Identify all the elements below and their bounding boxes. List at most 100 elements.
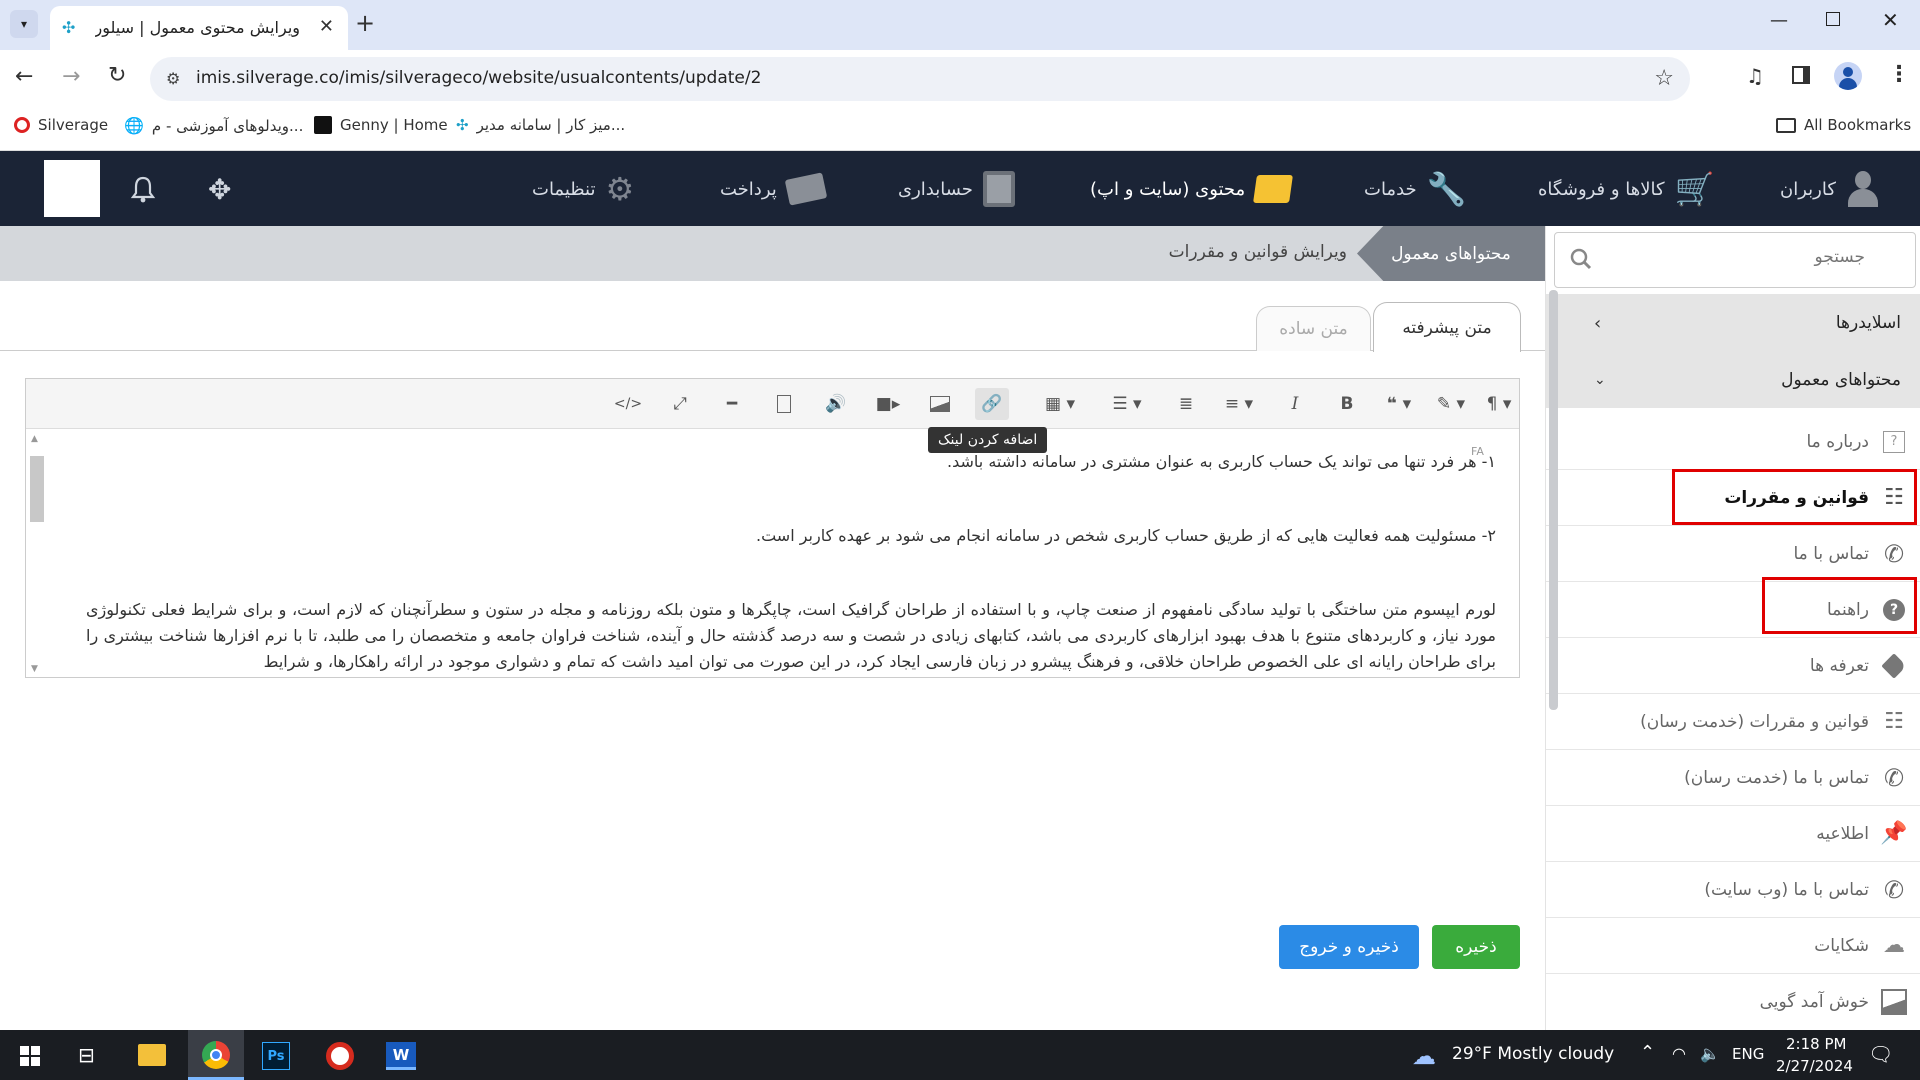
search-input[interactable] [1625, 247, 1865, 267]
logo-box[interactable] [44, 160, 100, 217]
sidebar-item-contact[interactable]: تماس با ما ✆ [1546, 526, 1920, 582]
photoshop-icon[interactable]: Ps [262, 1042, 290, 1070]
editor-content[interactable]: ۱- هر فرد تنها می تواند یک حساب کاربری ب… [86, 431, 1518, 677]
close-window-button[interactable]: ✕ [1882, 8, 1899, 32]
save-exit-button[interactable]: ذخیره و خروج [1279, 925, 1419, 969]
sidebar-item-welcome[interactable]: خوش آمد گویی [1546, 974, 1920, 1030]
bell-icon[interactable] [130, 175, 156, 203]
link-icon[interactable]: 🔗 [975, 388, 1009, 420]
tab-plain-text[interactable]: متن ساده [1256, 306, 1371, 351]
nav-content[interactable]: محتوی (سایت و اپ) [1090, 171, 1294, 207]
save-button[interactable]: ذخیره [1432, 925, 1520, 969]
table-icon[interactable]: ▦ ▾ [1037, 388, 1083, 420]
clock-date[interactable]: 2/27/2024 [1776, 1057, 1853, 1075]
blockquote-icon[interactable]: ❝ ▾ [1376, 388, 1422, 420]
sidebar-item-complaints[interactable]: شکایات ☁ [1546, 918, 1920, 974]
ordered-list-icon[interactable]: ≣ [1169, 388, 1203, 420]
nav-products[interactable]: کالاها و فروشگاه 🛒 [1538, 170, 1714, 208]
nav-services[interactable]: خدمات 🔧 [1364, 170, 1467, 208]
paragraph-icon[interactable]: ¶ ▾ [1476, 388, 1522, 420]
sidebar-section-usual-contents[interactable]: ⌄ محتواهای معمول [1546, 352, 1920, 408]
word-icon[interactable]: W [386, 1042, 416, 1070]
code-view-icon[interactable]: </> [611, 388, 645, 420]
video-icon[interactable]: ■▸ [871, 388, 905, 420]
bookmark-silverage[interactable]: Silverage [14, 116, 108, 134]
task-view-icon[interactable]: ⊟ [78, 1043, 95, 1067]
audio-icon[interactable]: 🔊 [819, 388, 853, 420]
tab-search-button[interactable]: ▾ [10, 10, 38, 38]
bookmark-dashboard[interactable]: ✣ میز کار | سامانه مدیر... [456, 116, 625, 134]
genny-icon [314, 116, 332, 134]
italic-icon[interactable]: I [1278, 388, 1312, 420]
bookmark-genny[interactable]: Genny | Home [314, 116, 448, 134]
sidebar-item-label: شکایات [1814, 935, 1869, 956]
sidebar-item-tariffs[interactable]: تعرفه ها [1546, 638, 1920, 694]
tab-close-icon[interactable]: ✕ [319, 16, 334, 37]
image-insert-icon[interactable] [923, 388, 957, 420]
bold-icon[interactable]: B [1330, 388, 1364, 420]
sidebar-search[interactable] [1554, 232, 1916, 288]
weather-icon[interactable]: ☁ [1412, 1042, 1436, 1070]
pin-icon: 📌 [1880, 821, 1908, 846]
forward-icon[interactable]: → [62, 64, 80, 89]
unordered-list-icon[interactable]: ☰ ▾ [1104, 388, 1150, 420]
page-scrollbar[interactable] [1549, 290, 1558, 710]
move-arrows-icon[interactable]: ✥ [208, 173, 231, 206]
phone-icon: ✆ [1883, 875, 1905, 904]
input-language[interactable]: ENG [1732, 1045, 1764, 1063]
tray-chevron-icon[interactable]: ⌃ [1640, 1042, 1655, 1063]
sidebar-item-rules-provider[interactable]: قوانین و مقررات (خدمت رسان) ☷ [1546, 694, 1920, 750]
breadcrumb-parent[interactable]: محتواهای معمول [1357, 226, 1545, 281]
address-bar[interactable]: ⚙ imis.silverage.co/imis/silverageco/web… [150, 57, 1690, 101]
gears-icon: ⚙ [605, 170, 635, 208]
nav-payment[interactable]: پرداخت [720, 171, 828, 207]
sidebar-section-sliders[interactable]: ‹ اسلایدرها [1546, 294, 1920, 352]
bookmark-videos[interactable]: 🌐 ویدلوهای آموزشی - م... [124, 116, 303, 135]
volume-icon[interactable]: 🔈 [1700, 1044, 1720, 1063]
menu-kebab-icon[interactable]: ⋮ [1888, 62, 1910, 87]
sidebar-item-about[interactable]: درباره ما ? [1546, 414, 1920, 470]
restore-button[interactable] [1826, 12, 1840, 26]
side-panel-icon[interactable] [1792, 66, 1810, 84]
media-icon[interactable]: ♫ [1746, 64, 1764, 88]
section-label: اسلایدرها [1835, 313, 1901, 333]
site-settings-icon[interactable]: ⚙ [166, 69, 180, 88]
windows-start-icon[interactable] [20, 1046, 40, 1066]
editor-scrollbar[interactable]: ▲ ▼ [29, 434, 44, 674]
document-icon[interactable] [767, 388, 801, 420]
tag-icon [1881, 652, 1907, 679]
sidebar-item-announcement[interactable]: اطلاعیه 📌 [1546, 806, 1920, 862]
tab-favicon-icon: ✣ [62, 18, 76, 37]
weather-text[interactable]: 29°F Mostly cloudy [1452, 1044, 1614, 1064]
minimize-button[interactable]: — [1770, 10, 1788, 31]
notifications-icon[interactable]: 🗨 [1868, 1042, 1893, 1066]
new-tab-button[interactable]: + [355, 9, 375, 37]
align-icon[interactable]: ≡ ▾ [1216, 388, 1262, 420]
folder-icon [1776, 117, 1796, 133]
clock-time[interactable]: 2:18 PM [1786, 1035, 1846, 1053]
recorder-icon[interactable] [326, 1042, 354, 1070]
file-explorer-icon[interactable] [138, 1044, 166, 1066]
magic-style-icon[interactable]: ✎ ▾ [1428, 388, 1474, 420]
app-top-nav: ✥ تنظیمات ⚙ پرداخت حسابداری محتوی (سایت … [0, 151, 1920, 226]
sidebar-item-contact-website[interactable]: تماس با ما (وب سایت) ✆ [1546, 862, 1920, 918]
wifi-icon[interactable]: ◠ [1672, 1044, 1686, 1063]
bookmark-star-icon[interactable]: ☆ [1654, 66, 1674, 91]
nav-settings[interactable]: تنظیمات ⚙ [532, 170, 635, 208]
all-bookmarks[interactable]: All Bookmarks [1776, 116, 1911, 134]
nav-accounting[interactable]: حسابداری [898, 171, 1015, 207]
sidebar-item-contact-provider[interactable]: تماس با ما (خدمت رسان) ✆ [1546, 750, 1920, 806]
horizontal-rule-icon[interactable]: ━ [715, 388, 749, 420]
profile-avatar[interactable] [1834, 62, 1862, 90]
tab-advanced-text[interactable]: متن پیشرفته [1373, 302, 1521, 352]
rich-text-editor: </> ⤢ ━ 🔊 ■▸ 🔗 ▦ ▾ ☰ ▾ ≣ ≡ ▾ I B ❝ ▾ ✎ ▾… [25, 378, 1520, 678]
nav-users[interactable]: کاربران [1780, 171, 1880, 207]
fullscreen-icon[interactable]: ⤢ [663, 388, 697, 420]
bookmarks-bar: Silverage 🌐 ویدلوهای آموزشی - م... Genny… [0, 108, 1920, 151]
back-icon[interactable]: ← [15, 64, 33, 89]
reload-icon[interactable]: ↻ [108, 63, 126, 88]
search-icon[interactable] [1569, 247, 1593, 271]
chrome-taskbar-icon[interactable] [188, 1030, 244, 1080]
browser-tab[interactable]: ✣ ویرایش محتوی معمول | سیلورشاپ ✕ [50, 6, 348, 50]
bookmark-label: ویدلوهای آموزشی - م... [151, 116, 304, 135]
